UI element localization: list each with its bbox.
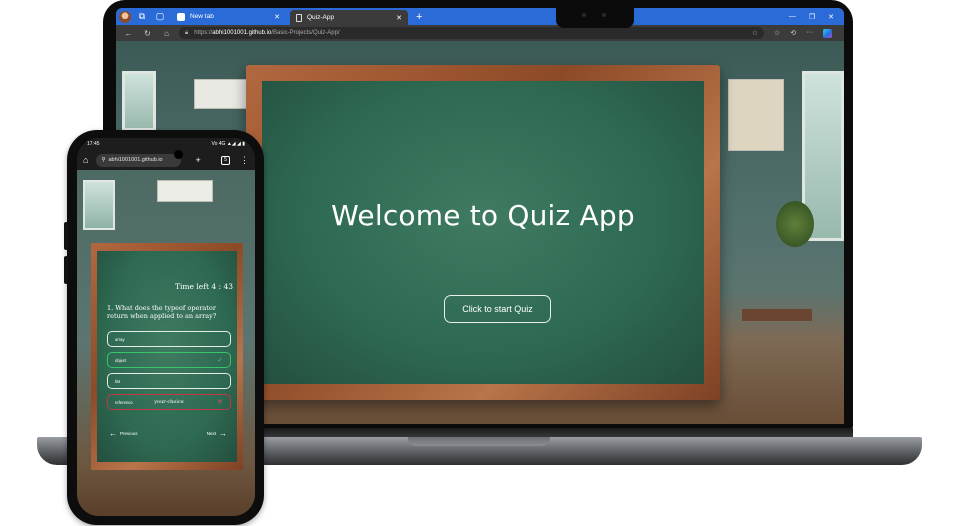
close-icon[interactable]: ✕ <box>274 13 280 21</box>
minimize-icon[interactable]: — <box>789 13 796 21</box>
phone-url-text: abhi1001001.github.io <box>108 157 163 163</box>
profile-avatar[interactable] <box>119 10 131 23</box>
close-window-icon[interactable]: ✕ <box>828 13 834 21</box>
favorites-icon[interactable]: ☆ <box>774 29 780 38</box>
close-icon[interactable]: ✕ <box>396 14 402 22</box>
previous-label: Previous <box>120 431 138 436</box>
checkmark-icon: ✓ <box>217 357 223 364</box>
url-input[interactable]: 🔒︎ https:// abhi1001001.github.io /Basic… <box>179 27 764 39</box>
option-label: list <box>115 378 121 384</box>
classroom-window <box>83 180 115 230</box>
browser-tab-bar: ⧉ ▢ New tab ✕ Quiz-App ✕ + — ❐ ✕ <box>116 8 844 25</box>
back-icon[interactable]: ← <box>122 29 135 38</box>
favorite-star-icon[interactable]: ☆ <box>752 29 758 37</box>
copilot-icon[interactable] <box>823 28 833 38</box>
site-settings-icon: ⚲ <box>101 157 106 163</box>
your-choice-tag: your-choice <box>154 399 184 405</box>
address-bar-row: ← ↻ ⌂ 🔒︎ https:// abhi1001001.github.io … <box>116 25 844 41</box>
chalkboard-frame: Time left 4 : 43 1. What does the typeof… <box>91 243 243 470</box>
phone-address-bar: ⌂ ⚲ abhi1001001.github.io + 5 ⋮ <box>77 150 255 170</box>
more-icon[interactable]: ··· <box>806 29 813 38</box>
url-path: /Basic-Projects/Quiz-App/ <box>271 30 340 36</box>
workspaces-icon[interactable]: ⧉ <box>135 10 149 24</box>
maximize-icon[interactable]: ❐ <box>809 13 815 21</box>
toolbar-actions: ☆ ⟲ ··· <box>774 28 833 38</box>
lock-icon: 🔒︎ <box>185 29 189 36</box>
tab-title: Quiz-App <box>307 14 335 21</box>
tab-switcher-button[interactable]: 5 <box>221 155 230 165</box>
tab-new-tab[interactable]: New tab ✕ <box>171 9 286 24</box>
timer-text: Time left 4 : 43 <box>175 282 233 291</box>
new-tab-button[interactable]: + <box>195 155 200 165</box>
option-label: array <box>115 336 125 342</box>
chalkboard: Welcome to Quiz App Click to start Quiz <box>262 81 704 384</box>
status-time: 17:45 <box>87 141 100 147</box>
tab-quiz-app[interactable]: Quiz-App ✕ <box>290 10 408 25</box>
tab-actions-icon[interactable]: ▢ <box>153 10 167 24</box>
wooden-bench <box>742 309 812 321</box>
url-host: abhi1001001.github.io <box>212 30 272 36</box>
option-label: object <box>115 357 127 363</box>
phone-url-input[interactable]: ⚲ abhi1001001.github.io <box>96 153 182 167</box>
history-icon[interactable]: ⟲ <box>790 29 796 38</box>
question-text: 1. What does the typeof operator return … <box>107 304 217 321</box>
arrow-right-icon: → <box>219 429 227 438</box>
status-icons: Vo 4G ▲◢ ◢ ▮ <box>211 141 245 147</box>
front-camera <box>174 150 183 159</box>
phone-side-button <box>64 256 68 284</box>
previous-button[interactable]: ← Previous <box>109 429 138 438</box>
answer-option[interactable]: array <box>107 331 231 347</box>
phone-side-button <box>64 222 68 250</box>
phone-screen: 17:45 Vo 4G ▲◢ ◢ ▮ ⌂ ⚲ abhi1001001.githu… <box>77 138 255 516</box>
answer-option[interactable]: list <box>107 373 231 389</box>
new-tab-button[interactable]: + <box>416 11 422 23</box>
url-scheme: https:// <box>194 30 213 36</box>
air-conditioner <box>194 79 248 109</box>
start-quiz-button[interactable]: Click to start Quiz <box>444 295 551 323</box>
potted-plant <box>776 201 814 247</box>
answer-option-wrong[interactable]: reference your-choice ✕ <box>107 394 231 410</box>
classroom-window <box>122 71 156 131</box>
camera-dot <box>582 13 586 17</box>
air-conditioner <box>157 180 213 202</box>
window-controls: — ❐ ✕ <box>789 13 834 21</box>
camera-dot <box>602 13 606 17</box>
next-label: Next <box>206 431 216 436</box>
tab-title: New tab <box>190 13 214 20</box>
refresh-icon[interactable]: ↻ <box>141 29 154 38</box>
phone-status-bar: 17:45 Vo 4G ▲◢ ◢ ▮ <box>77 138 255 150</box>
page-title: Welcome to Quiz App <box>331 199 635 232</box>
chalkboard-frame: Welcome to Quiz App Click to start Quiz <box>246 65 720 400</box>
answer-option-correct[interactable]: object ✓ <box>107 352 231 368</box>
home-icon[interactable]: ⌂ <box>83 155 88 165</box>
page-icon <box>296 13 302 22</box>
wall-poster <box>728 79 784 151</box>
laptop-groove <box>408 437 550 446</box>
chalkboard: Time left 4 : 43 1. What does the typeof… <box>97 251 237 462</box>
new-tab-icon <box>177 12 185 21</box>
arrow-left-icon: ← <box>109 429 117 438</box>
quiz-question-page: Time left 4 : 43 1. What does the typeof… <box>77 170 255 516</box>
home-icon[interactable]: ⌂ <box>160 29 173 38</box>
next-button[interactable]: Next → <box>207 429 227 438</box>
camera-notch <box>556 8 634 28</box>
more-icon[interactable]: ⋮ <box>240 155 249 166</box>
